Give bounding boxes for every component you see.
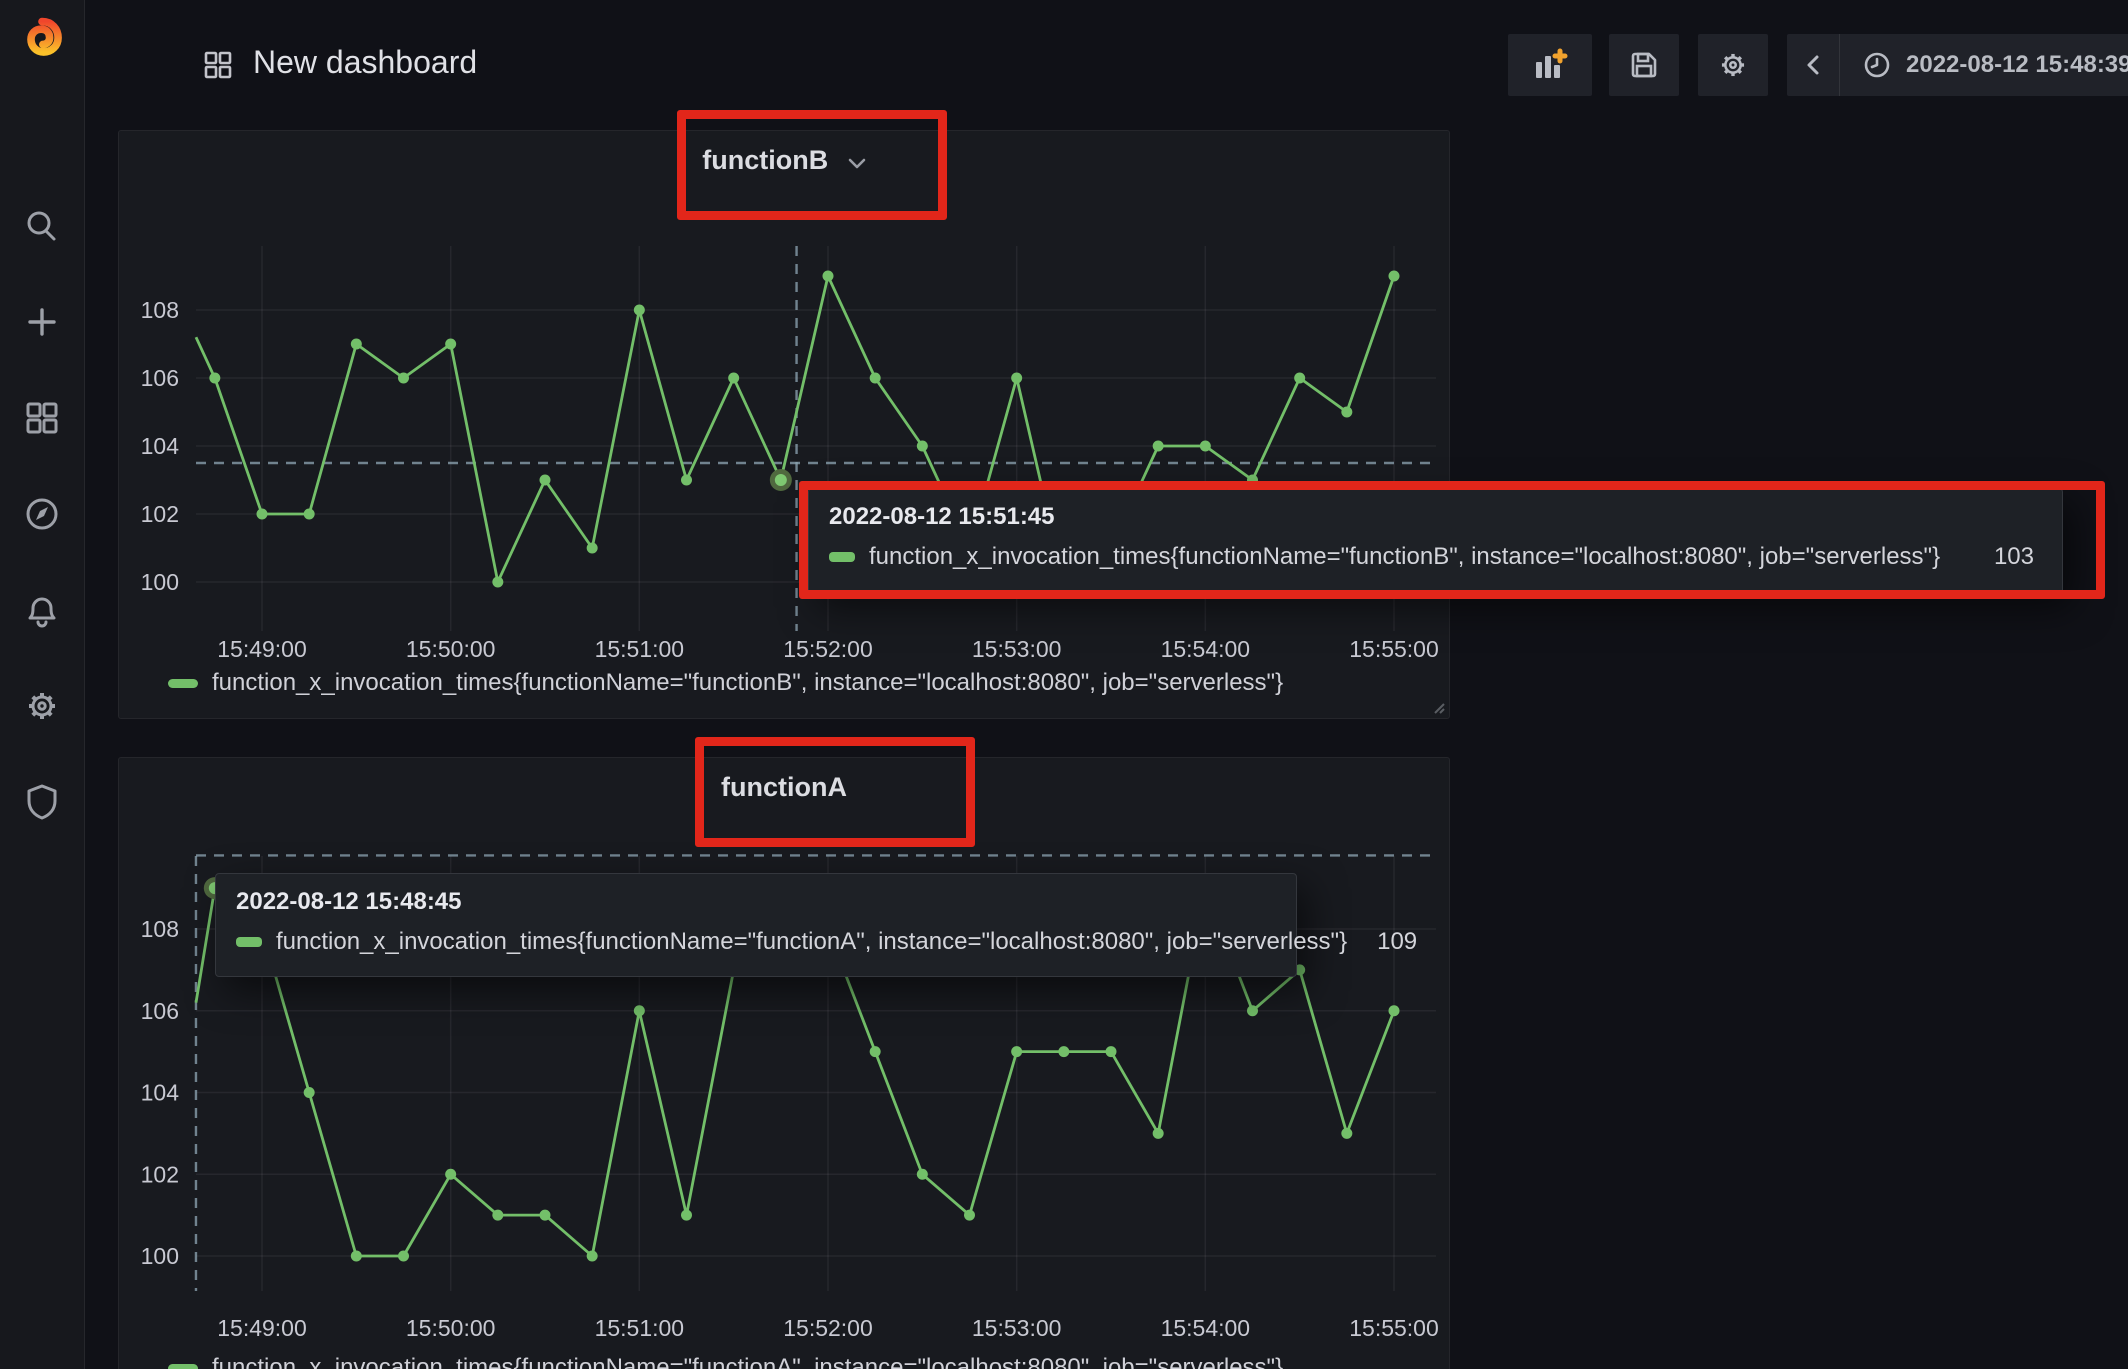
svg-text:100: 100 bbox=[141, 1243, 179, 1269]
plus-icon bbox=[23, 303, 61, 341]
time-picker[interactable]: 2022-08-12 15:48:39 to bbox=[1787, 34, 2128, 96]
shield-icon bbox=[23, 782, 61, 822]
gear-icon bbox=[1716, 48, 1750, 82]
compass-icon bbox=[22, 494, 62, 534]
tooltip-series-value: 109 bbox=[1347, 928, 1417, 956]
sidebar-item-configuration[interactable] bbox=[20, 684, 64, 728]
save-icon bbox=[1628, 49, 1660, 81]
tooltip-series-label: function_x_invocation_times{functionName… bbox=[276, 928, 1347, 956]
grafana-logo[interactable] bbox=[20, 14, 64, 58]
legend-label: function_x_invocation_times{functionName… bbox=[212, 669, 1283, 697]
timeseries-chart-functionB[interactable]: 100 102 104 106 108 15:49:00 15:50:00 15:51:00 1… bbox=[119, 131, 1449, 718]
sidebar-item-search[interactable] bbox=[20, 205, 64, 249]
tooltip-time: 2022-08-12 15:48:45 bbox=[236, 888, 1268, 916]
svg-text:15:50:00: 15:50:00 bbox=[406, 636, 496, 662]
sidebar bbox=[0, 0, 85, 1369]
svg-text:15:52:00: 15:52:00 bbox=[783, 1315, 873, 1341]
bell-icon bbox=[22, 590, 62, 630]
panel-resize-handle[interactable] bbox=[1431, 700, 1445, 714]
save-dashboard-button[interactable] bbox=[1609, 34, 1679, 96]
top-nav: New dashboard bbox=[85, 0, 2128, 96]
panel-functionB: functionB 10010210410610815:49:0015:50:0… bbox=[118, 130, 1450, 719]
clock-icon bbox=[1862, 50, 1892, 80]
svg-text:15:55:00: 15:55:00 bbox=[1349, 1315, 1439, 1341]
tooltip-functionB: 2022-08-12 15:51:45 function_x_invocatio… bbox=[808, 488, 2063, 594]
svg-text:15:51:00: 15:51:00 bbox=[595, 1315, 685, 1341]
legend-swatch bbox=[168, 1364, 198, 1369]
add-panel-icon bbox=[1532, 48, 1568, 82]
svg-text:108: 108 bbox=[141, 297, 179, 323]
dashboard-settings-button[interactable] bbox=[1698, 34, 1768, 96]
svg-text:15:55:00: 15:55:00 bbox=[1349, 636, 1439, 662]
tooltip-time: 2022-08-12 15:51:45 bbox=[829, 503, 2034, 531]
legend-label: function_x_invocation_times{functionName… bbox=[212, 1354, 1283, 1369]
svg-text:104: 104 bbox=[141, 433, 180, 459]
legend-functionB[interactable]: function_x_invocation_times{functionName… bbox=[168, 669, 1283, 697]
dashboards-grid-icon bbox=[23, 399, 61, 437]
add-panel-button[interactable] bbox=[1508, 34, 1592, 96]
sidebar-item-server-admin[interactable] bbox=[20, 780, 64, 824]
tooltip-series-label: function_x_invocation_times{functionName… bbox=[869, 543, 1940, 571]
legend-functionA[interactable]: function_x_invocation_times{functionName… bbox=[168, 1354, 1283, 1369]
svg-text:15:53:00: 15:53:00 bbox=[972, 636, 1062, 662]
tooltip-series-swatch bbox=[236, 937, 262, 947]
legend-swatch bbox=[168, 679, 198, 688]
svg-text:15:53:00: 15:53:00 bbox=[972, 1315, 1062, 1341]
timeseries-chart-functionA[interactable]: 100 102 104 106 108 15:49:00 15:50:00 15:51:00 1… bbox=[119, 758, 1449, 1369]
svg-text:102: 102 bbox=[141, 501, 179, 527]
tooltip-series-value: 103 bbox=[1964, 543, 2034, 571]
sidebar-item-alerting[interactable] bbox=[20, 588, 64, 632]
svg-text:106: 106 bbox=[141, 365, 179, 391]
sidebar-item-explore[interactable] bbox=[20, 492, 64, 536]
svg-text:104: 104 bbox=[141, 1080, 180, 1106]
grafana-app: New dashboard bbox=[0, 0, 2128, 1369]
svg-text:15:52:00: 15:52:00 bbox=[783, 636, 873, 662]
svg-text:102: 102 bbox=[141, 1161, 179, 1187]
svg-text:15:49:00: 15:49:00 bbox=[217, 636, 307, 662]
grafana-logo-icon bbox=[20, 10, 64, 62]
svg-text:15:54:00: 15:54:00 bbox=[1161, 1315, 1251, 1341]
search-icon bbox=[23, 208, 61, 246]
svg-text:106: 106 bbox=[141, 998, 179, 1024]
chevron-left-icon bbox=[1804, 53, 1822, 77]
apps-grid-icon bbox=[203, 50, 233, 80]
panel-functionA: functionA 10010210410610815:49:0015:50:0… bbox=[118, 757, 1450, 1369]
svg-text:108: 108 bbox=[141, 916, 179, 942]
svg-text:15:51:00: 15:51:00 bbox=[595, 636, 685, 662]
page-title: New dashboard bbox=[253, 44, 477, 81]
svg-text:15:50:00: 15:50:00 bbox=[406, 1315, 496, 1341]
sidebar-item-create[interactable] bbox=[20, 300, 64, 344]
time-range-back-button[interactable] bbox=[1787, 34, 1840, 96]
svg-text:15:49:00: 15:49:00 bbox=[217, 1315, 307, 1341]
tooltip-series-swatch bbox=[829, 552, 855, 562]
tooltip-functionA: 2022-08-12 15:48:45 function_x_invocatio… bbox=[215, 873, 1297, 977]
time-range-label: 2022-08-12 15:48:39 to bbox=[1906, 51, 2128, 79]
gear-icon bbox=[22, 686, 62, 726]
svg-text:15:54:00: 15:54:00 bbox=[1161, 636, 1251, 662]
sidebar-item-dashboards[interactable] bbox=[20, 396, 64, 440]
svg-text:100: 100 bbox=[141, 569, 179, 595]
